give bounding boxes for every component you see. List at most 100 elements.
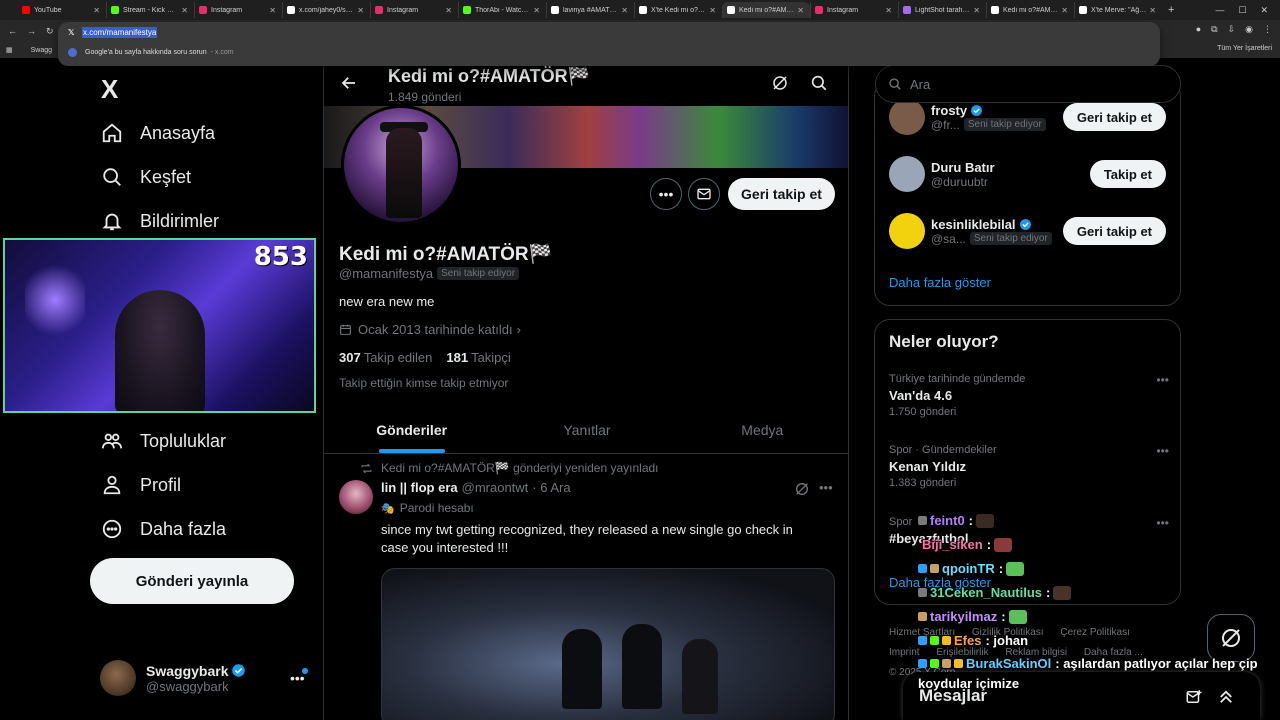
avatar <box>889 156 925 192</box>
back-arrow-icon[interactable] <box>340 74 358 97</box>
nav-label-communities: Topluluklar <box>140 430 227 451</box>
browser-tab[interactable]: X'te Kedi mi o?#AM ✕ <box>634 2 722 18</box>
browser-tab[interactable]: Kedi mi o?#AMATÖ ✕ <box>986 2 1074 18</box>
profile-name: Kedi mi o?#AMATÖR🏁 <box>339 244 553 265</box>
search-box[interactable] <box>875 65 1181 103</box>
omnibox-suggestion[interactable]: Google'a bu sayfa hakkında soru sorun - … <box>68 48 234 57</box>
tweet-author-handle[interactable]: @mraontwt <box>462 480 529 495</box>
suggestion-text: Google'a bu sayfa hakkında soru sorun <box>85 49 207 56</box>
suggested-user[interactable]: Duru Batır @duruubtr <box>889 156 995 192</box>
nav-item-more[interactable]: Daha fazla <box>100 517 226 541</box>
account-switcher[interactable]: Swaggybark @swaggybark <box>100 660 246 696</box>
profile-icon <box>100 473 124 497</box>
download-icon[interactable]: ⇩ <box>1228 24 1236 35</box>
tab-close-icon[interactable]: ✕ <box>269 6 276 15</box>
browser-tab[interactable]: Instagram ✕ <box>194 2 282 18</box>
tweet-author-avatar[interactable] <box>339 480 373 514</box>
more-options-button[interactable]: ••• <box>650 178 682 210</box>
tab-posts[interactable]: Gönderiler <box>324 406 499 453</box>
grok-button[interactable] <box>1207 614 1255 662</box>
browser-menu-icon[interactable]: ⋮ <box>1263 24 1272 35</box>
reload-icon[interactable]: ↻ <box>46 26 54 37</box>
follow-back-button[interactable]: Geri takip et <box>1062 217 1166 245</box>
tab-media[interactable]: Medya <box>675 406 848 453</box>
back-nav-icon[interactable]: ← <box>8 26 17 37</box>
chevron-right-icon: › <box>516 322 521 337</box>
trend-item[interactable]: Türkiye tarihinde gündemde Van'da 4.6 1.… <box>889 373 1169 418</box>
followers-link[interactable]: 181 Takipçi <box>446 350 510 365</box>
nav-item-explore[interactable]: Keşfet <box>100 165 191 189</box>
trend-more-icon[interactable]: ••• <box>1156 516 1169 530</box>
search-icon[interactable] <box>810 74 828 97</box>
tweet-date[interactable]: · 6 Ara <box>532 480 570 495</box>
bookmark-item[interactable]: Swagg <box>31 47 52 54</box>
tab-close-icon[interactable]: ✕ <box>93 6 100 15</box>
nav-item-home[interactable]: Anasayfa <box>100 121 215 145</box>
url-input[interactable]: x.com/mamanifestya <box>82 27 158 38</box>
nav-item-notifications[interactable]: Bildirimler <box>100 209 219 233</box>
tweet-author-name[interactable]: lin || flop era <box>381 480 458 495</box>
trend-more-icon[interactable]: ••• <box>1156 444 1169 458</box>
tab-close-icon[interactable]: ✕ <box>621 6 628 15</box>
tab-close-icon[interactable]: ✕ <box>1061 6 1068 15</box>
suggested-user[interactable]: kesinliklebilal @sa... Seni takip ediyor <box>889 213 1052 249</box>
tab-close-icon[interactable]: ✕ <box>445 6 452 15</box>
trend-context: Spor · Gündemdekiler <box>889 444 997 456</box>
tab-close-icon[interactable]: ✕ <box>357 6 364 15</box>
browser-tab[interactable]: x.com/jahey0/statu ✕ <box>282 2 370 18</box>
footer-link[interactable]: Çerez Politikası <box>1060 627 1129 638</box>
search-input[interactable] <box>910 76 1150 92</box>
apps-icon[interactable]: ▦ <box>6 46 13 54</box>
forward-nav-icon[interactable]: → <box>27 26 36 37</box>
nav-item-profile[interactable]: Profil <box>100 473 181 497</box>
minimize-icon[interactable]: — <box>1215 5 1224 15</box>
tab-close-icon[interactable]: ✕ <box>709 6 716 15</box>
tab-close-icon[interactable]: ✕ <box>973 6 980 15</box>
x-logo-icon[interactable]: X <box>101 74 118 105</box>
trend-item[interactable]: Spor · Gündemdekiler Kenan Yıldız 1.383 … <box>889 444 1169 489</box>
extension-icon[interactable]: ● <box>1196 24 1201 35</box>
tweet-more-icon[interactable]: ••• <box>819 480 833 495</box>
new-tab-icon[interactable]: + <box>1168 4 1174 16</box>
extensions-puzzle-icon[interactable]: ⧉ <box>1211 24 1217 35</box>
suggested-user[interactable]: frosty @fr... Seni takip ediyor <box>889 99 1046 135</box>
show-more-link[interactable]: Daha fazla göster <box>889 275 991 290</box>
tab-close-icon[interactable]: ✕ <box>885 6 892 15</box>
maximize-icon[interactable]: ☐ <box>1238 5 1246 16</box>
browser-tab[interactable]: X'te Merve: "Ağ, ç ✕ <box>1074 2 1162 18</box>
tab-close-icon[interactable]: ✕ <box>533 6 540 15</box>
follow-back-button[interactable]: Geri takip et <box>728 178 835 210</box>
follow-button[interactable]: Takip et <box>1089 160 1166 188</box>
tweet-media[interactable] <box>381 568 835 720</box>
trend-more-icon[interactable]: ••• <box>1156 373 1169 387</box>
browser-tab[interactable]: YouTube ✕ <box>18 2 106 18</box>
message-button[interactable] <box>688 178 720 210</box>
follow-back-button[interactable]: Geri takip et <box>1062 103 1166 131</box>
all-bookmarks[interactable]: Tüm Yer İşaretleri <box>1217 45 1272 52</box>
tab-favicon-icon <box>639 6 647 14</box>
profile-icon-browser[interactable]: ◉ <box>1245 24 1253 35</box>
tab-close-icon[interactable]: ✕ <box>797 6 804 15</box>
grok-icon[interactable] <box>794 481 810 502</box>
tab-close-icon[interactable]: ✕ <box>181 6 188 15</box>
post-button[interactable]: Gönderi yayınla <box>90 558 294 604</box>
browser-tab[interactable]: Instagram ✕ <box>810 2 898 18</box>
close-window-icon[interactable]: ✕ <box>1260 5 1268 16</box>
tab-close-icon[interactable]: ✕ <box>1149 6 1156 15</box>
browser-tab[interactable]: Kedi mi o?#AMATÖ ✕ <box>722 2 810 18</box>
grok-icon[interactable] <box>771 74 789 97</box>
nav-item-communities[interactable]: Topluluklar <box>100 429 226 453</box>
tab-replies[interactable]: Yanıtlar <box>499 406 674 453</box>
omnibox-dropdown[interactable]: 𝕏 x.com/mamanifestya Google'a bu sayfa h… <box>58 22 1160 66</box>
browser-tab[interactable]: ThorAbi - Watch cli ✕ <box>458 2 546 18</box>
browser-tab[interactable]: lavinya #AMATÖR ✕ <box>546 2 634 18</box>
browser-tab[interactable]: LightShot tarafında ✕ <box>898 2 986 18</box>
browser-tab[interactable]: Instagram ✕ <box>370 2 458 18</box>
chevron-up-icon[interactable] <box>1217 688 1235 711</box>
new-message-icon[interactable] <box>1185 688 1203 711</box>
profile-joined[interactable]: Ocak 2013 tarihinde katıldı › <box>339 322 521 337</box>
browser-tab[interactable]: Stream - Kick Dashb✕ <box>106 2 194 18</box>
following-link[interactable]: 307 Takip edilen <box>339 350 432 365</box>
profile-avatar[interactable] <box>341 105 461 225</box>
footer-link[interactable]: Imprint <box>889 647 920 658</box>
